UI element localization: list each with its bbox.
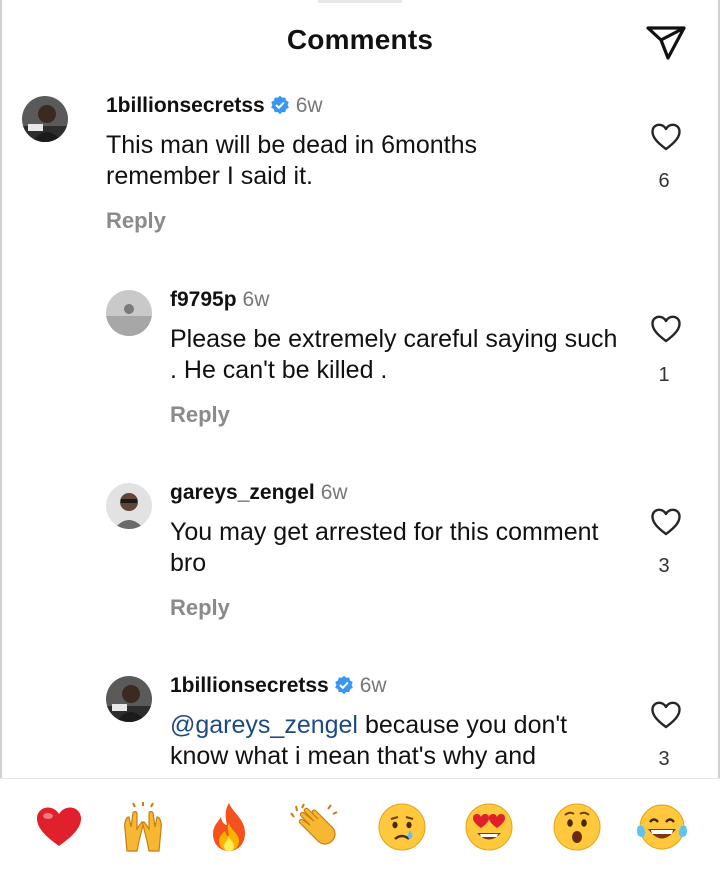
heart-icon[interactable]: [650, 122, 682, 152]
comment-text: Please be extremely careful saying such …: [170, 325, 618, 384]
reply-button[interactable]: Reply: [170, 595, 230, 621]
heart-emoji-icon[interactable]: [31, 799, 87, 855]
avatar[interactable]: [106, 483, 152, 529]
comment-meta: 1billionsecretss 6w: [170, 676, 387, 701]
avatar[interactable]: [106, 290, 152, 336]
comment-meta: 1billionsecretss 6w: [106, 94, 323, 121]
heart-icon[interactable]: [650, 507, 682, 537]
heart-eyes-face-icon[interactable]: [461, 799, 517, 855]
clapping-hands-icon[interactable]: [286, 799, 342, 855]
verified-badge-icon: [334, 676, 354, 701]
avatar[interactable]: [22, 96, 68, 142]
like-count: 1: [658, 364, 670, 386]
comment-time: 6w: [242, 288, 270, 311]
username[interactable]: 1billionsecretss: [170, 676, 329, 697]
comment-time: 6w: [359, 676, 387, 697]
username[interactable]: gareys_zengel: [170, 481, 315, 504]
username[interactable]: f9795p: [170, 288, 237, 311]
page-title: Comments: [286, 24, 434, 55]
emoji-reaction-bar: [0, 779, 720, 873]
comment-item: 1billionsecretss 6w @gareys_zengel becaus…: [0, 676, 720, 778]
heart-icon[interactable]: [650, 314, 682, 344]
comments-header: Comments: [0, 0, 720, 84]
verified-badge-icon: [270, 95, 290, 121]
avatar[interactable]: [106, 676, 152, 722]
heart-icon[interactable]: [650, 700, 682, 730]
comment-meta: gareys_zengel 6w: [170, 481, 348, 505]
comment-time: 6w: [295, 94, 323, 117]
comment-text: @gareys_zengel because you don't know wh…: [170, 710, 630, 772]
username[interactable]: 1billionsecretss: [106, 94, 265, 117]
comment-meta: f9795p 6w: [170, 288, 269, 312]
comment-item: f9795p 6w Please be extremely careful say…: [0, 288, 720, 480]
comment-item: gareys_zengel 6w You may get arrested for…: [0, 481, 720, 673]
comment-text: You may get arrested for this comment br…: [170, 518, 599, 577]
reply-button[interactable]: Reply: [106, 208, 166, 234]
like-count: 6: [658, 170, 670, 192]
astonished-face-icon[interactable]: [549, 799, 605, 855]
comment-time: 6w: [320, 481, 348, 504]
like-count: 3: [658, 748, 670, 770]
mention-link[interactable]: @gareys_zengel: [170, 711, 358, 739]
crying-face-icon[interactable]: [374, 799, 430, 855]
comment-text: This man will be dead in 6months remembe…: [106, 131, 478, 190]
comment-item: 1billionsecretss 6w This man will be dead…: [0, 94, 720, 286]
raising-hands-icon[interactable]: [115, 799, 171, 855]
like-count: 3: [658, 555, 670, 577]
tears-of-joy-face-icon[interactable]: [634, 799, 690, 855]
reply-button[interactable]: Reply: [170, 402, 230, 428]
send-icon[interactable]: [644, 22, 688, 62]
fire-icon[interactable]: [201, 799, 257, 855]
